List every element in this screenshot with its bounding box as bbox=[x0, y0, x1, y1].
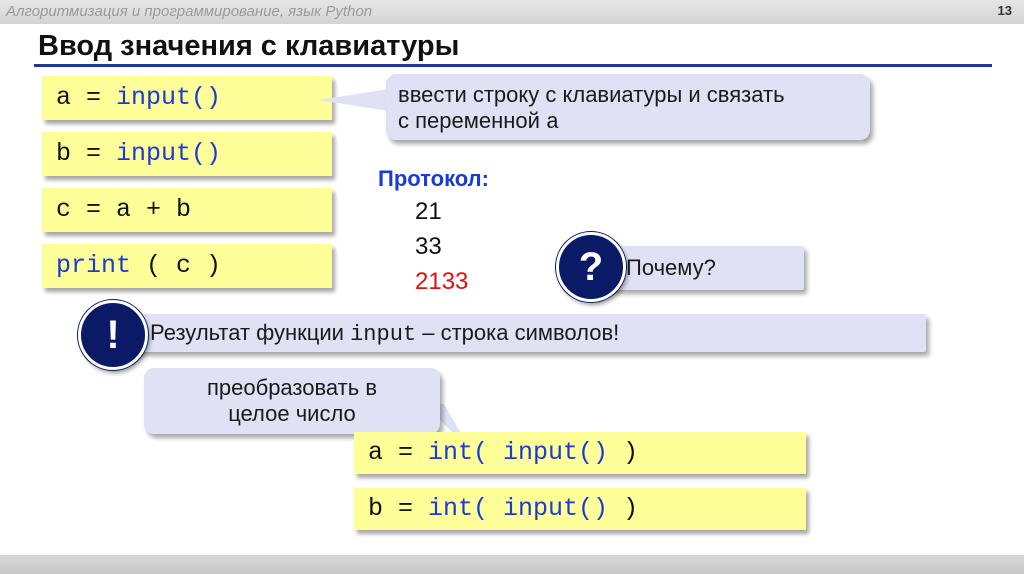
why-text: Почему? bbox=[626, 255, 716, 280]
code-keyword-input: input() bbox=[488, 494, 609, 523]
protocol-line-2: 33 bbox=[415, 233, 442, 260]
code-text: ( c ) bbox=[131, 251, 222, 280]
callout-input-explanation: ввести строку с клавиатуры и связать с п… bbox=[386, 74, 870, 140]
title-underline bbox=[34, 64, 992, 67]
code-keyword: print bbox=[56, 251, 132, 280]
result-code: input bbox=[350, 322, 417, 347]
convert-callout: преобразовать в целое число bbox=[144, 368, 440, 434]
code-line-b-input: b = input() bbox=[42, 132, 332, 176]
slide-title: Ввод значения с клавиатуры bbox=[38, 30, 460, 62]
code-text: c = a + b bbox=[56, 195, 192, 224]
code-text: b = bbox=[368, 494, 429, 523]
code-text: a = bbox=[368, 438, 429, 467]
course-title: Алгоритмизация и программирование, язык … bbox=[6, 3, 373, 20]
code-keyword: input() bbox=[116, 139, 222, 168]
protocol-label: Протокол: bbox=[378, 166, 489, 191]
page-number: 13 bbox=[997, 3, 1012, 18]
bottom-bar bbox=[0, 555, 1024, 574]
why-callout: Почему? bbox=[596, 246, 804, 290]
variable-name: a bbox=[546, 110, 560, 135]
protocol-line-1: 21 bbox=[415, 198, 442, 225]
code-line-c-sum: c = a + b bbox=[42, 188, 332, 232]
callout-line-2: с переменной a bbox=[398, 108, 560, 135]
convert-line-2: целое число bbox=[228, 401, 356, 426]
code-text: ) bbox=[608, 494, 639, 523]
result-text-before: Результат функции bbox=[150, 320, 351, 345]
callout-line-1: ввести строку с клавиатуры и связать bbox=[398, 82, 785, 107]
code-keyword: input() bbox=[116, 83, 222, 112]
code-line-print: print ( c ) bbox=[42, 244, 332, 288]
result-text-after: – строка символов! bbox=[416, 320, 620, 345]
exclamation-icon: ! bbox=[78, 300, 148, 370]
code-text: b = bbox=[56, 139, 117, 168]
code-text: ) bbox=[608, 438, 639, 467]
result-callout: Результат функции input – строка символо… bbox=[118, 314, 926, 352]
convert-line-1: преобразовать в bbox=[206, 375, 378, 400]
question-icon: ? bbox=[556, 232, 626, 302]
code-keyword-input: input() bbox=[488, 438, 609, 467]
code-line-a-int-input: a = int( input() ) bbox=[354, 432, 806, 474]
code-keyword-int: int( bbox=[428, 438, 489, 467]
code-line-a-input: a = input() bbox=[42, 76, 332, 120]
code-text: a = bbox=[56, 83, 117, 112]
code-keyword-int: int( bbox=[428, 494, 489, 523]
code-line-b-int-input: b = int( input() ) bbox=[354, 488, 806, 530]
protocol-line-3: 2133 bbox=[415, 268, 469, 295]
